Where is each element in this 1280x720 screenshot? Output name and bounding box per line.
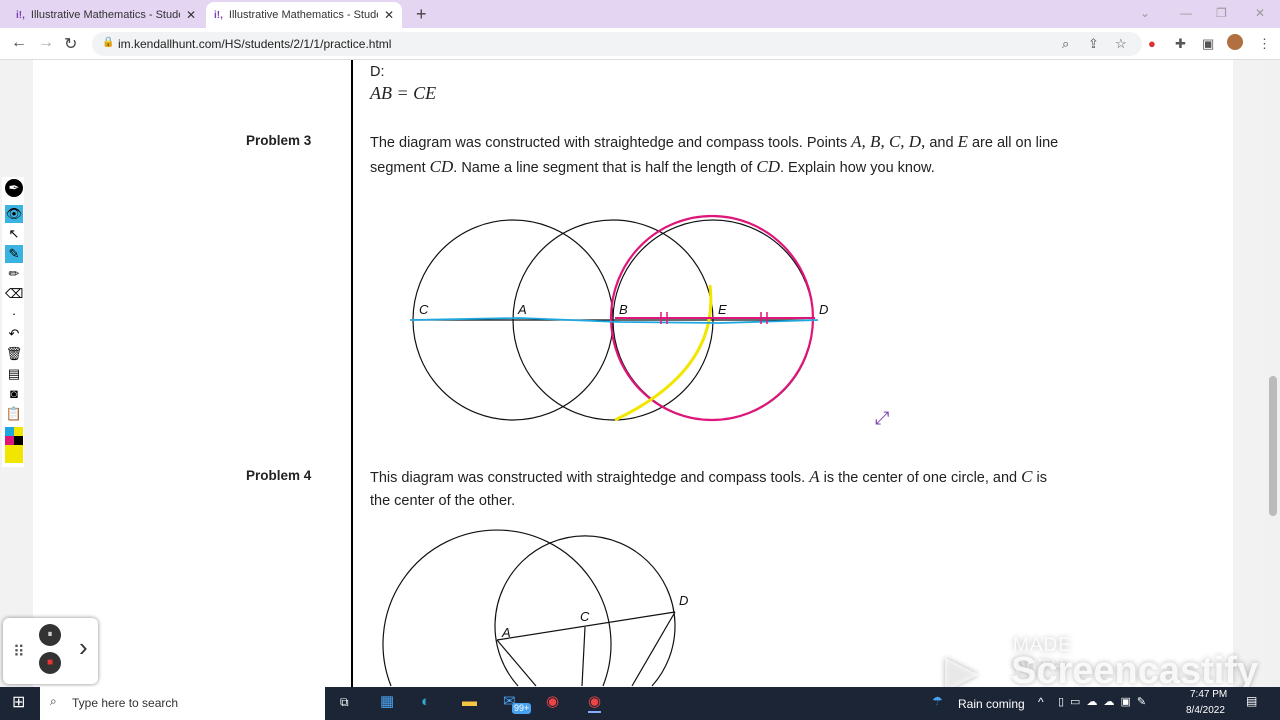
color-palette[interactable] (5, 427, 23, 463)
expand-icon: ⤢ (875, 408, 890, 428)
p4-point-c-label: C (580, 609, 590, 624)
tray-icons[interactable]: ▯▭☁☁▣✎ (1058, 695, 1152, 708)
expand-button[interactable]: › (79, 632, 88, 662)
whiteboard-icon[interactable]: ▤ (5, 365, 23, 383)
point-e-label: E (718, 302, 727, 317)
store-icon[interactable]: ▦ (380, 693, 394, 711)
point-a-label: A (517, 302, 527, 317)
problem-4-label: Problem 4 (246, 468, 312, 483)
point-b-label: B (619, 302, 628, 317)
tray-chevron-icon[interactable]: ^ (1038, 695, 1044, 709)
yellow-annotation-arc (614, 284, 713, 422)
drag-handle-icon[interactable]: ⠿ (13, 642, 25, 662)
clipboard-icon[interactable]: 📋 (5, 405, 23, 423)
clock-time[interactable]: 7:47 PM (1190, 689, 1227, 701)
point-c-label: C (419, 302, 429, 317)
point-d-label: D (819, 302, 828, 317)
notifications-icon[interactable]: ▤ (1246, 694, 1257, 708)
pen-logo-icon[interactable]: ✒ (5, 179, 23, 197)
file-explorer-icon[interactable]: ▬ (462, 693, 477, 711)
camera-icon[interactable]: ◙ (5, 385, 23, 403)
cursor-icon[interactable]: ↖ (5, 225, 23, 243)
eye-icon[interactable]: 👁 (5, 205, 23, 223)
segment-c-down (581, 626, 586, 687)
dot-icon[interactable]: · (5, 305, 23, 323)
chrome-icon[interactable]: ◉ (546, 693, 559, 711)
eraser-icon[interactable]: ⌫ (5, 285, 23, 303)
clock-date[interactable]: 8/4/2022 (1186, 705, 1225, 717)
taskbar: ⊞ ⌕ Type here to search ⧉ ▦ ◐ ▬ ✉ 99+ ◉ ◉… (0, 687, 1280, 720)
taskbar-search[interactable]: ⌕ Type here to search (40, 687, 325, 720)
undo-icon[interactable]: ↶ (5, 325, 23, 343)
weather-icon[interactable]: ☂ (932, 694, 943, 708)
recording-controls: ⠿ ⏸ ■ › (3, 618, 98, 684)
task-view-icon[interactable]: ⧉ (340, 695, 349, 710)
weather-text[interactable]: Rain coming (958, 697, 1025, 711)
annotation-toolbar: ✒ 👁 ↖ ✎ ✏ ⌫ · ↶ 🗑 ▤ ◙ 📋 (2, 177, 24, 467)
trash-icon[interactable]: 🗑 (5, 345, 23, 363)
highlighter-icon[interactable]: ✎ (5, 245, 23, 263)
chrome-active-icon[interactable]: ◉ (588, 693, 602, 713)
p4-point-d-label: D (679, 593, 688, 608)
mail-badge: 99+ (512, 703, 532, 714)
segment-d-down (631, 611, 676, 687)
pause-button[interactable]: ⏸ (39, 624, 61, 646)
search-icon: ⌕ (50, 694, 57, 708)
pen-icon[interactable]: ✏ (5, 265, 23, 283)
edge-icon[interactable]: ◐ (421, 693, 430, 711)
windows-start-icon[interactable]: ⊞ (12, 694, 25, 712)
watermark-line2: Screencastify (1011, 650, 1259, 692)
problem-4-text: This diagram was constructed with straig… (370, 467, 1047, 509)
p4-point-a-label: A (501, 625, 511, 640)
stop-button[interactable]: ■ (39, 652, 61, 674)
problem-3-diagram: C A B E D ⤢ A C D (382, 214, 890, 687)
